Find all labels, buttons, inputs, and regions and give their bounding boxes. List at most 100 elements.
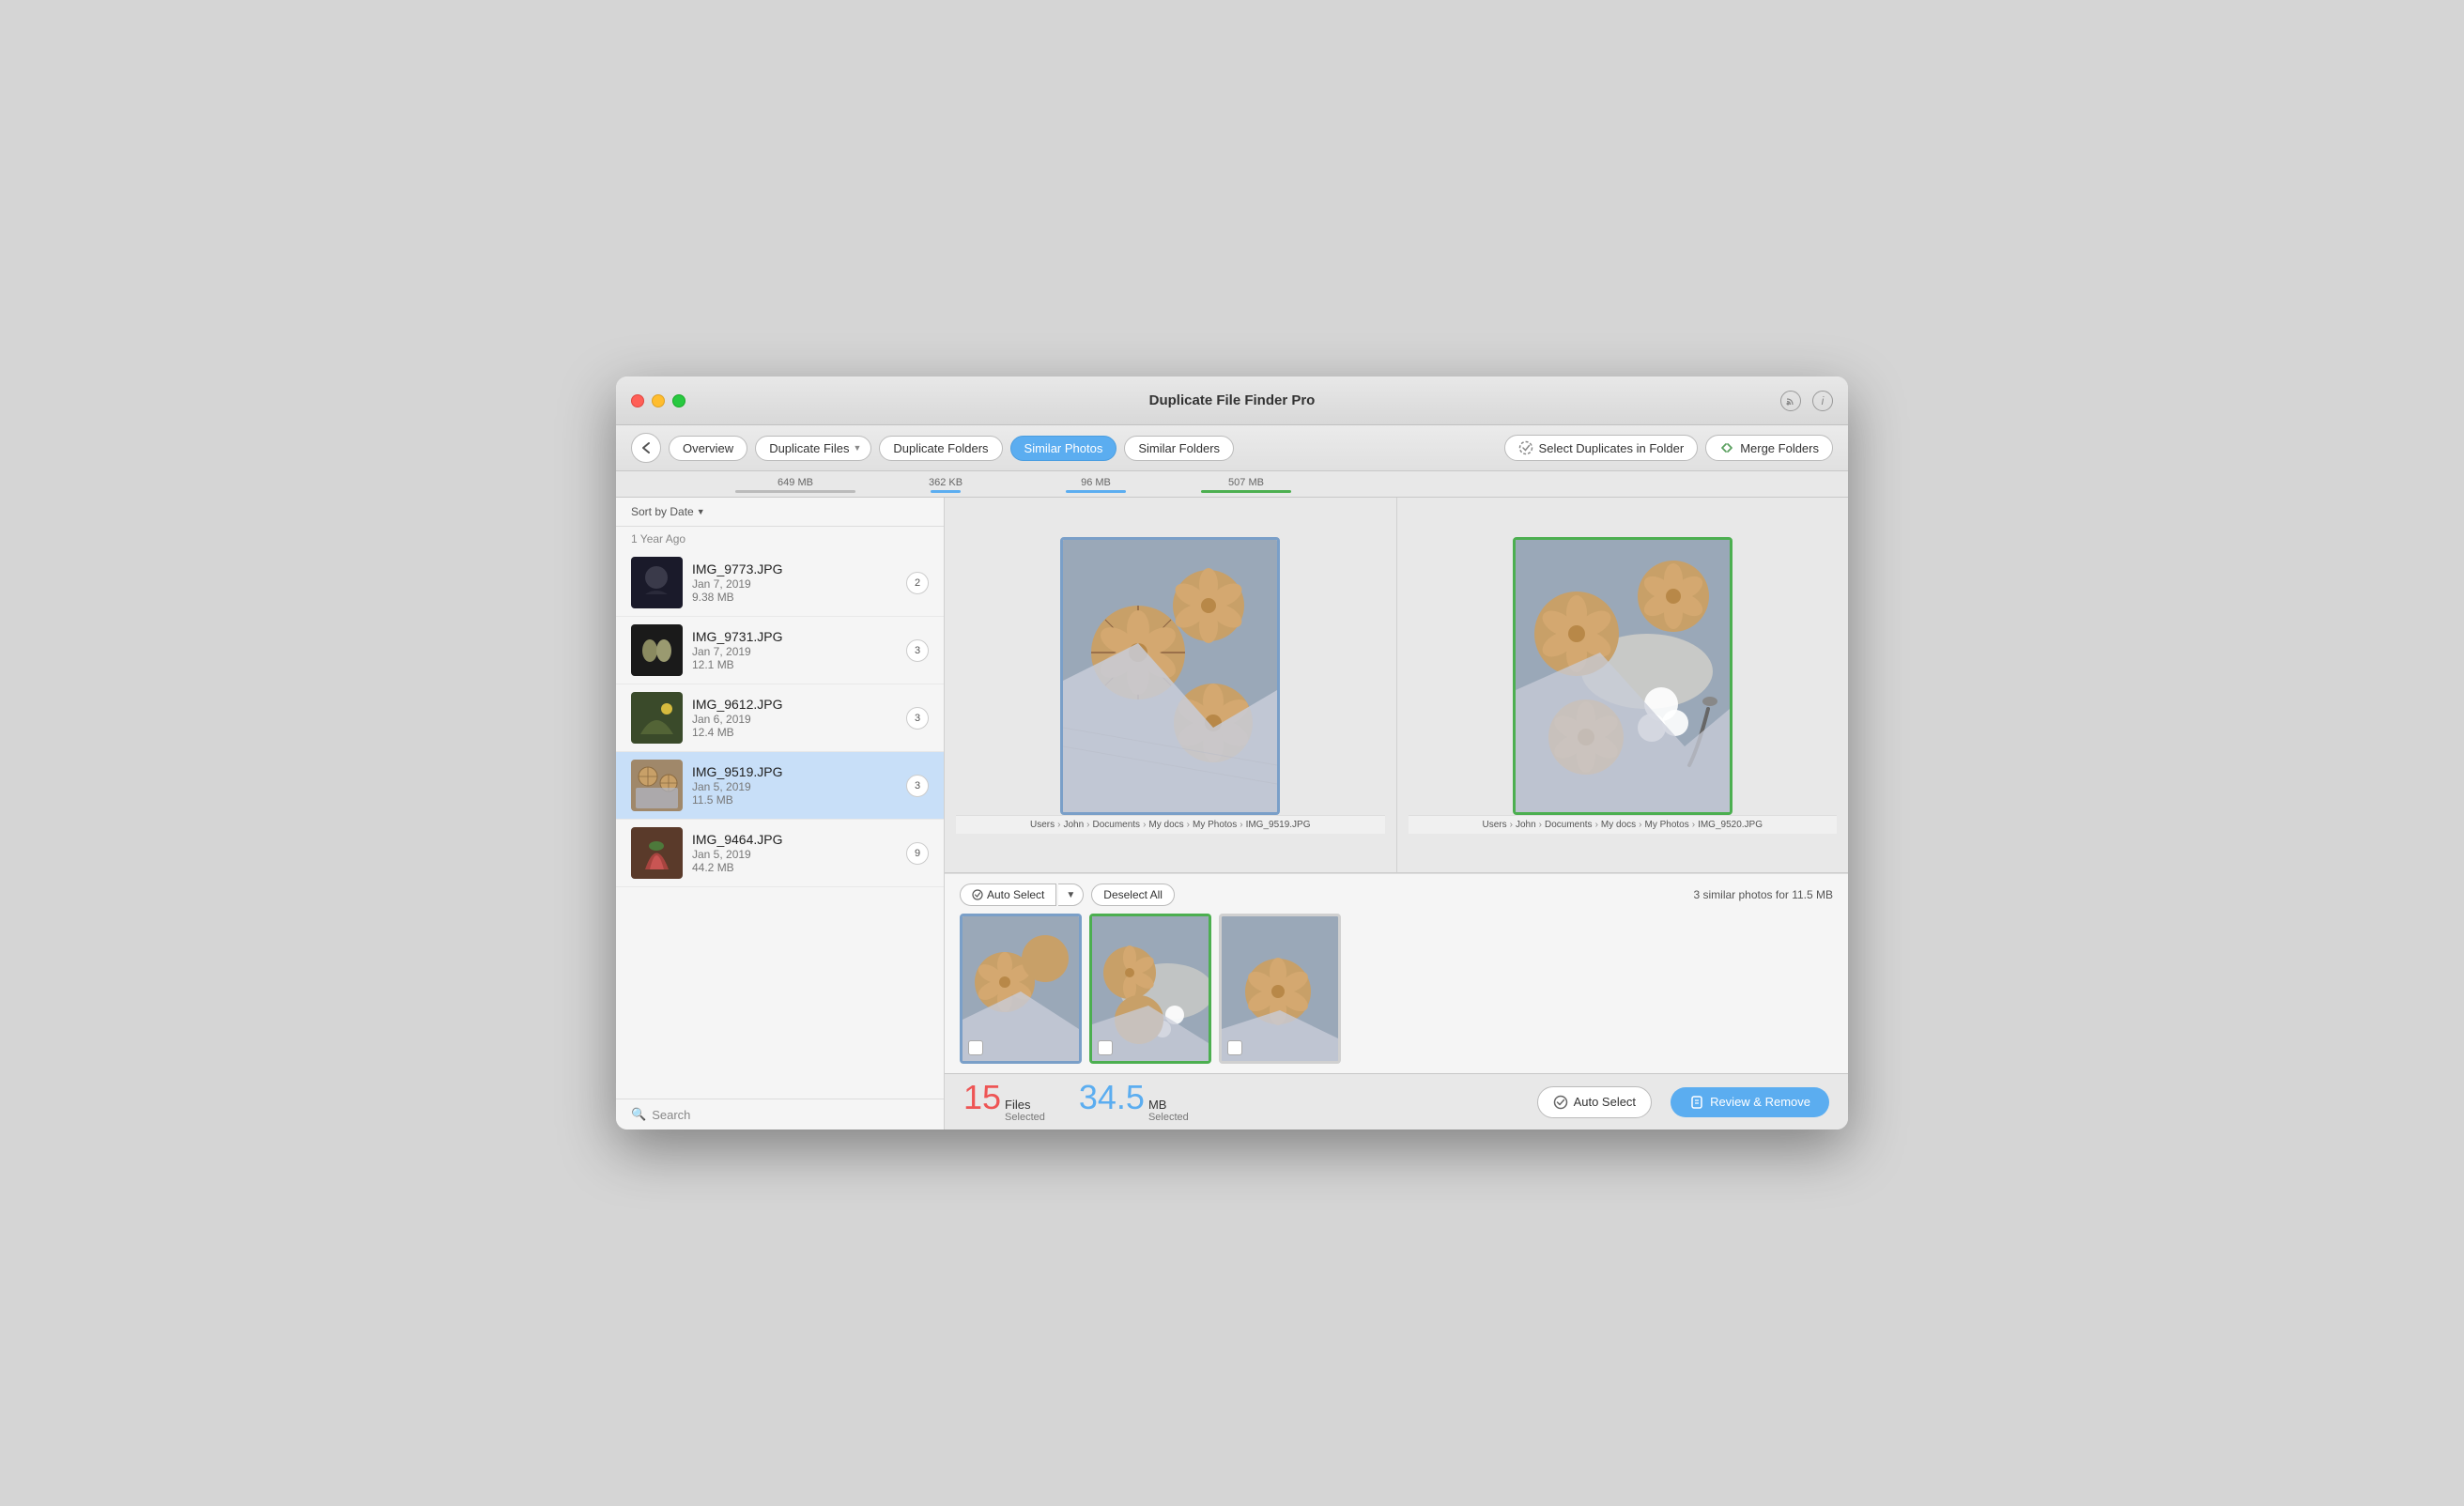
sidebar-item[interactable]: IMG_9464.JPG Jan 5, 2019 44.2 MB 9 <box>616 820 944 887</box>
thumbnail <box>631 827 683 879</box>
search-label[interactable]: Search <box>652 1108 690 1122</box>
thumb-checkbox[interactable] <box>1227 1040 1242 1055</box>
item-info: IMG_9464.JPG Jan 5, 2019 44.2 MB <box>692 832 897 874</box>
breadcrumb-arrow: › <box>1692 820 1695 830</box>
tab-size-similar-photos: 96 MB <box>1021 477 1171 497</box>
mb-selected: 34.5 MB Selected <box>1079 1081 1189 1123</box>
similar-count: 3 similar photos for 11.5 MB <box>1693 888 1833 901</box>
item-name: IMG_9612.JPG <box>692 697 897 712</box>
duplicate-count-badge: 9 <box>906 842 929 865</box>
right-panel: Users › John › Documents › My docs › My … <box>945 498 1848 1130</box>
item-size: 12.4 MB <box>692 726 897 739</box>
duplicate-count-badge: 3 <box>906 775 929 797</box>
toolbar: Overview Duplicate Files ▼ Duplicate Fol… <box>616 425 1848 471</box>
item-name: IMG_9773.JPG <box>692 561 897 576</box>
duplicate-count-badge: 2 <box>906 572 929 594</box>
titlebar: Duplicate File Finder Pro i <box>616 376 1848 425</box>
tab-similar-photos[interactable]: Similar Photos <box>1010 436 1117 461</box>
titlebar-icons: i <box>1780 391 1833 411</box>
item-info: IMG_9773.JPG Jan 7, 2019 9.38 MB <box>692 561 897 604</box>
thumbnail-item[interactable] <box>960 914 1082 1064</box>
app-window: Duplicate File Finder Pro i Overview Dup… <box>616 376 1848 1130</box>
thumbnail <box>631 624 683 676</box>
breadcrumb-arrow: › <box>1595 820 1598 830</box>
sidebar-sort-header: Sort by Date ▼ <box>616 498 944 527</box>
thumbnail <box>631 760 683 811</box>
thumbnail-item[interactable] <box>1219 914 1341 1064</box>
tab-indicators: 649 MB 362 KB 96 MB 507 MB <box>616 471 1848 498</box>
auto-select-group: Auto Select ▼ <box>960 884 1084 906</box>
item-name: IMG_9519.JPG <box>692 764 897 779</box>
deselect-all-button[interactable]: Deselect All <box>1091 884 1175 906</box>
photo-frame-right <box>1513 537 1732 815</box>
sidebar-item[interactable]: IMG_9731.JPG Jan 7, 2019 12.1 MB 3 <box>616 617 944 684</box>
window-title: Duplicate File Finder Pro <box>1149 392 1316 408</box>
item-info: IMG_9612.JPG Jan 6, 2019 12.4 MB <box>692 697 897 739</box>
item-size: 44.2 MB <box>692 861 897 874</box>
duplicate-count-badge: 3 <box>906 707 929 730</box>
maximize-button[interactable] <box>672 394 685 407</box>
review-remove-button[interactable]: Review & Remove <box>1671 1087 1829 1117</box>
auto-select-button[interactable]: Auto Select <box>960 884 1056 906</box>
duplicate-count-badge: 3 <box>906 639 929 662</box>
sidebar: Sort by Date ▼ 1 Year Ago I <box>616 498 945 1130</box>
item-name: IMG_9464.JPG <box>692 832 897 847</box>
breadcrumb-arrow: › <box>1539 820 1542 830</box>
sidebar-item[interactable]: IMG_9773.JPG Jan 7, 2019 9.38 MB 2 <box>616 549 944 617</box>
breadcrumb-arrow: › <box>1057 820 1060 830</box>
files-count: 15 <box>963 1081 1001 1114</box>
search-icon: 🔍 <box>631 1107 646 1122</box>
select-duplicates-button[interactable]: Select Duplicates in Folder <box>1504 435 1699 461</box>
files-selected: 15 Files Selected <box>963 1081 1045 1123</box>
sidebar-item[interactable]: IMG_9612.JPG Jan 6, 2019 12.4 MB 3 <box>616 684 944 752</box>
thumbnails-header: Auto Select ▼ Deselect All 3 similar pho… <box>960 884 1833 906</box>
sort-by-date[interactable]: Sort by Date ▼ <box>631 505 929 518</box>
tab-similar-folders[interactable]: Similar Folders <box>1124 436 1234 461</box>
mb-label: MB Selected <box>1148 1098 1189 1123</box>
back-button[interactable] <box>631 433 661 463</box>
minimize-button[interactable] <box>652 394 665 407</box>
sidebar-search: 🔍 Search <box>616 1099 944 1130</box>
thumb-checkbox[interactable] <box>1098 1040 1113 1055</box>
photo-frame-left <box>1060 537 1280 815</box>
tab-size-duplicate-folders: 362 KB <box>870 477 1021 497</box>
info-icon[interactable]: i <box>1812 391 1833 411</box>
tab-duplicate-folders[interactable]: Duplicate Folders <box>879 436 1002 461</box>
status-bar: 15 Files Selected 34.5 MB Selected <box>945 1073 1848 1130</box>
breadcrumb-arrow: › <box>1187 820 1190 830</box>
breadcrumb-arrow: › <box>1639 820 1641 830</box>
traffic-lights <box>631 394 685 407</box>
tab-size-duplicate-files: 649 MB <box>720 477 870 497</box>
thumbnail-item[interactable] <box>1089 914 1211 1064</box>
item-date: Jan 5, 2019 <box>692 780 897 793</box>
thumb-checkbox[interactable] <box>968 1040 983 1055</box>
auto-select-status-button[interactable]: Auto Select <box>1537 1086 1653 1118</box>
photo-path-left: Users › John › Documents › My docs › My … <box>956 815 1385 834</box>
photo-path-right: Users › John › Documents › My docs › My … <box>1409 815 1838 834</box>
close-button[interactable] <box>631 394 644 407</box>
breadcrumb-arrow: › <box>1086 820 1089 830</box>
thumbnail <box>631 692 683 744</box>
item-size: 12.1 MB <box>692 658 897 671</box>
files-label: Files Selected <box>1005 1098 1045 1123</box>
item-info: IMG_9731.JPG Jan 7, 2019 12.1 MB <box>692 629 897 671</box>
tab-duplicate-files[interactable]: Duplicate Files ▼ <box>755 436 871 461</box>
item-info: IMG_9519.JPG Jan 5, 2019 11.5 MB <box>692 764 897 807</box>
auto-select-dropdown[interactable]: ▼ <box>1058 884 1084 906</box>
sidebar-item-selected[interactable]: IMG_9519.JPG Jan 5, 2019 11.5 MB 3 <box>616 752 944 820</box>
main-content: Sort by Date ▼ 1 Year Ago I <box>616 498 1848 1130</box>
thumbnail <box>631 557 683 608</box>
rss-icon[interactable] <box>1780 391 1801 411</box>
tab-size-similar-folders: 507 MB <box>1171 477 1321 497</box>
merge-folders-button[interactable]: Merge Folders <box>1705 435 1833 461</box>
thumbnails-row <box>960 914 1833 1064</box>
thumbnails-section: Auto Select ▼ Deselect All 3 similar pho… <box>945 873 1848 1073</box>
item-size: 9.38 MB <box>692 591 897 604</box>
item-date: Jan 5, 2019 <box>692 848 897 861</box>
tab-overview[interactable]: Overview <box>669 436 747 461</box>
photo-pane-left: Users › John › Documents › My docs › My … <box>945 498 1397 872</box>
breadcrumb-arrow: › <box>1143 820 1146 830</box>
sidebar-items: IMG_9773.JPG Jan 7, 2019 9.38 MB 2 <box>616 549 944 1099</box>
item-date: Jan 6, 2019 <box>692 713 897 726</box>
time-group-label: 1 Year Ago <box>616 527 944 549</box>
